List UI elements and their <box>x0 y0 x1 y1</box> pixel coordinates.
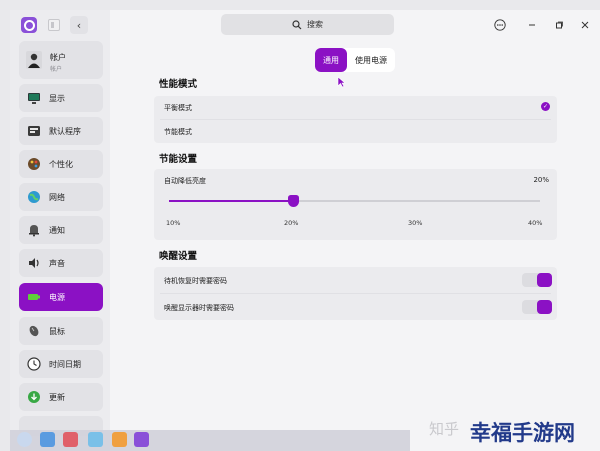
file-manager-icon[interactable] <box>88 432 103 447</box>
monitor-icon <box>28 93 40 104</box>
option-balanced-label: 平衡模式 <box>164 104 192 112</box>
performance-options: 平衡模式 ✓ 节能模式 <box>154 96 557 143</box>
speaker-icon <box>29 258 39 268</box>
search-icon <box>292 19 302 29</box>
account-card[interactable]: 帐户 帐户 <box>19 41 103 79</box>
sidebar-item-network[interactable]: 网络 <box>19 183 103 211</box>
sidebar-item-mouse[interactable]: 鼠标 <box>19 317 103 345</box>
avatar <box>26 51 42 69</box>
back-button[interactable]: ‹ <box>70 16 88 34</box>
settings-app-icon[interactable] <box>134 432 149 447</box>
update-icon <box>28 391 40 403</box>
sidebar: ‹ 帐户 帐户 显示 默认程序 个性化 网络 通知 声音 电源 鼠标 时间日期 … <box>10 10 110 451</box>
wakeup-options: 待机恢复时需要密码 唤醒显示器时需要密码 <box>154 267 557 320</box>
account-name: 帐户 <box>50 53 66 62</box>
globe-icon <box>28 191 40 203</box>
slider-handle[interactable] <box>287 195 299 207</box>
account-subtitle: 帐户 <box>50 66 63 73</box>
more-icon <box>494 19 506 31</box>
tab-general[interactable]: 通用 <box>315 48 347 72</box>
performance-title: 性能模式 <box>159 79 198 90</box>
tab-power-usage[interactable]: 使用电源 <box>347 48 395 72</box>
sidebar-item-update[interactable]: 更新 <box>19 383 103 411</box>
wakeup-display-label: 唤醒显示器时需要密码 <box>164 304 234 312</box>
minimize-icon <box>529 24 535 26</box>
watermark-site: 幸福手游网 <box>470 421 575 445</box>
wakeup-standby-label: 待机恢复时需要密码 <box>164 277 227 285</box>
titlebar: 搜索 <box>110 10 600 40</box>
sidebar-item-notifications[interactable]: 通知 <box>19 216 103 244</box>
sidebar-toggle-icon[interactable] <box>48 19 60 31</box>
palette-icon <box>28 158 40 170</box>
search-input[interactable]: 搜索 <box>221 14 394 35</box>
sidebar-item-power[interactable]: 电源 <box>19 283 103 311</box>
auto-brightness-value: 20% <box>533 176 549 184</box>
watermark-zhihu: 知乎 <box>429 420 460 438</box>
option-power-saving-label: 节能模式 <box>164 128 192 136</box>
wakeup-title: 唤醒设置 <box>159 251 198 262</box>
settings-window: ‹ 帐户 帐户 显示 默认程序 个性化 网络 通知 声音 电源 鼠标 时间日期 … <box>10 10 600 451</box>
main-panel: 搜索 通用 使用电源 性能模式 平衡模式 ✓ 节能模式 节能设置 自动降低亮度 … <box>110 10 600 451</box>
app-logo-icon <box>21 17 37 33</box>
slider-tick-10: 10% <box>166 219 181 227</box>
minimize-button[interactable] <box>525 18 539 32</box>
clock-icon <box>27 357 41 371</box>
sidebar-item-sound[interactable]: 声音 <box>19 249 103 277</box>
brightness-row: 自动降低亮度 20% 10% 20% 30% 40% <box>154 169 557 240</box>
maximize-button[interactable] <box>552 18 566 32</box>
default-apps-icon <box>28 126 40 136</box>
browser-icon[interactable] <box>112 432 127 447</box>
toggle-knob <box>537 273 552 287</box>
mouse-cursor-icon <box>337 76 346 88</box>
battery-icon <box>28 294 40 300</box>
toggle-knob <box>537 300 552 314</box>
slider-fill <box>169 200 293 202</box>
power-saving-title: 节能设置 <box>159 154 198 165</box>
launcher-icon[interactable] <box>17 432 32 447</box>
multitask-icon[interactable] <box>40 432 55 447</box>
slider-tick-20: 20% <box>284 219 299 227</box>
sidebar-item-personalization[interactable]: 个性化 <box>19 150 103 178</box>
sidebar-item-default-apps[interactable]: 默认程序 <box>19 117 103 145</box>
auto-brightness-label: 自动降低亮度 <box>164 177 206 185</box>
sidebar-item-display[interactable]: 显示 <box>19 84 103 112</box>
close-button[interactable] <box>578 18 592 32</box>
search-placeholder: 搜索 <box>307 20 323 29</box>
standby-password-toggle[interactable] <box>522 273 552 287</box>
checkmark-icon: ✓ <box>541 102 550 111</box>
mouse-icon <box>29 325 39 337</box>
app-store-icon[interactable] <box>63 432 78 447</box>
more-options-button[interactable] <box>493 18 507 32</box>
tab-bar: 通用 使用电源 <box>315 48 395 72</box>
option-balanced[interactable]: 平衡模式 ✓ <box>154 96 557 118</box>
option-power-saving[interactable]: 节能模式 <box>154 120 557 143</box>
sidebar-header: ‹ <box>10 10 110 40</box>
display-password-toggle[interactable] <box>522 300 552 314</box>
close-icon <box>581 21 589 29</box>
maximize-icon <box>556 21 563 29</box>
slider-tick-40: 40% <box>528 219 543 227</box>
sidebar-item-datetime[interactable]: 时间日期 <box>19 350 103 378</box>
slider-tick-30: 30% <box>408 219 423 227</box>
divider <box>160 293 551 294</box>
brightness-slider[interactable] <box>169 195 540 207</box>
bell-icon <box>29 225 39 237</box>
